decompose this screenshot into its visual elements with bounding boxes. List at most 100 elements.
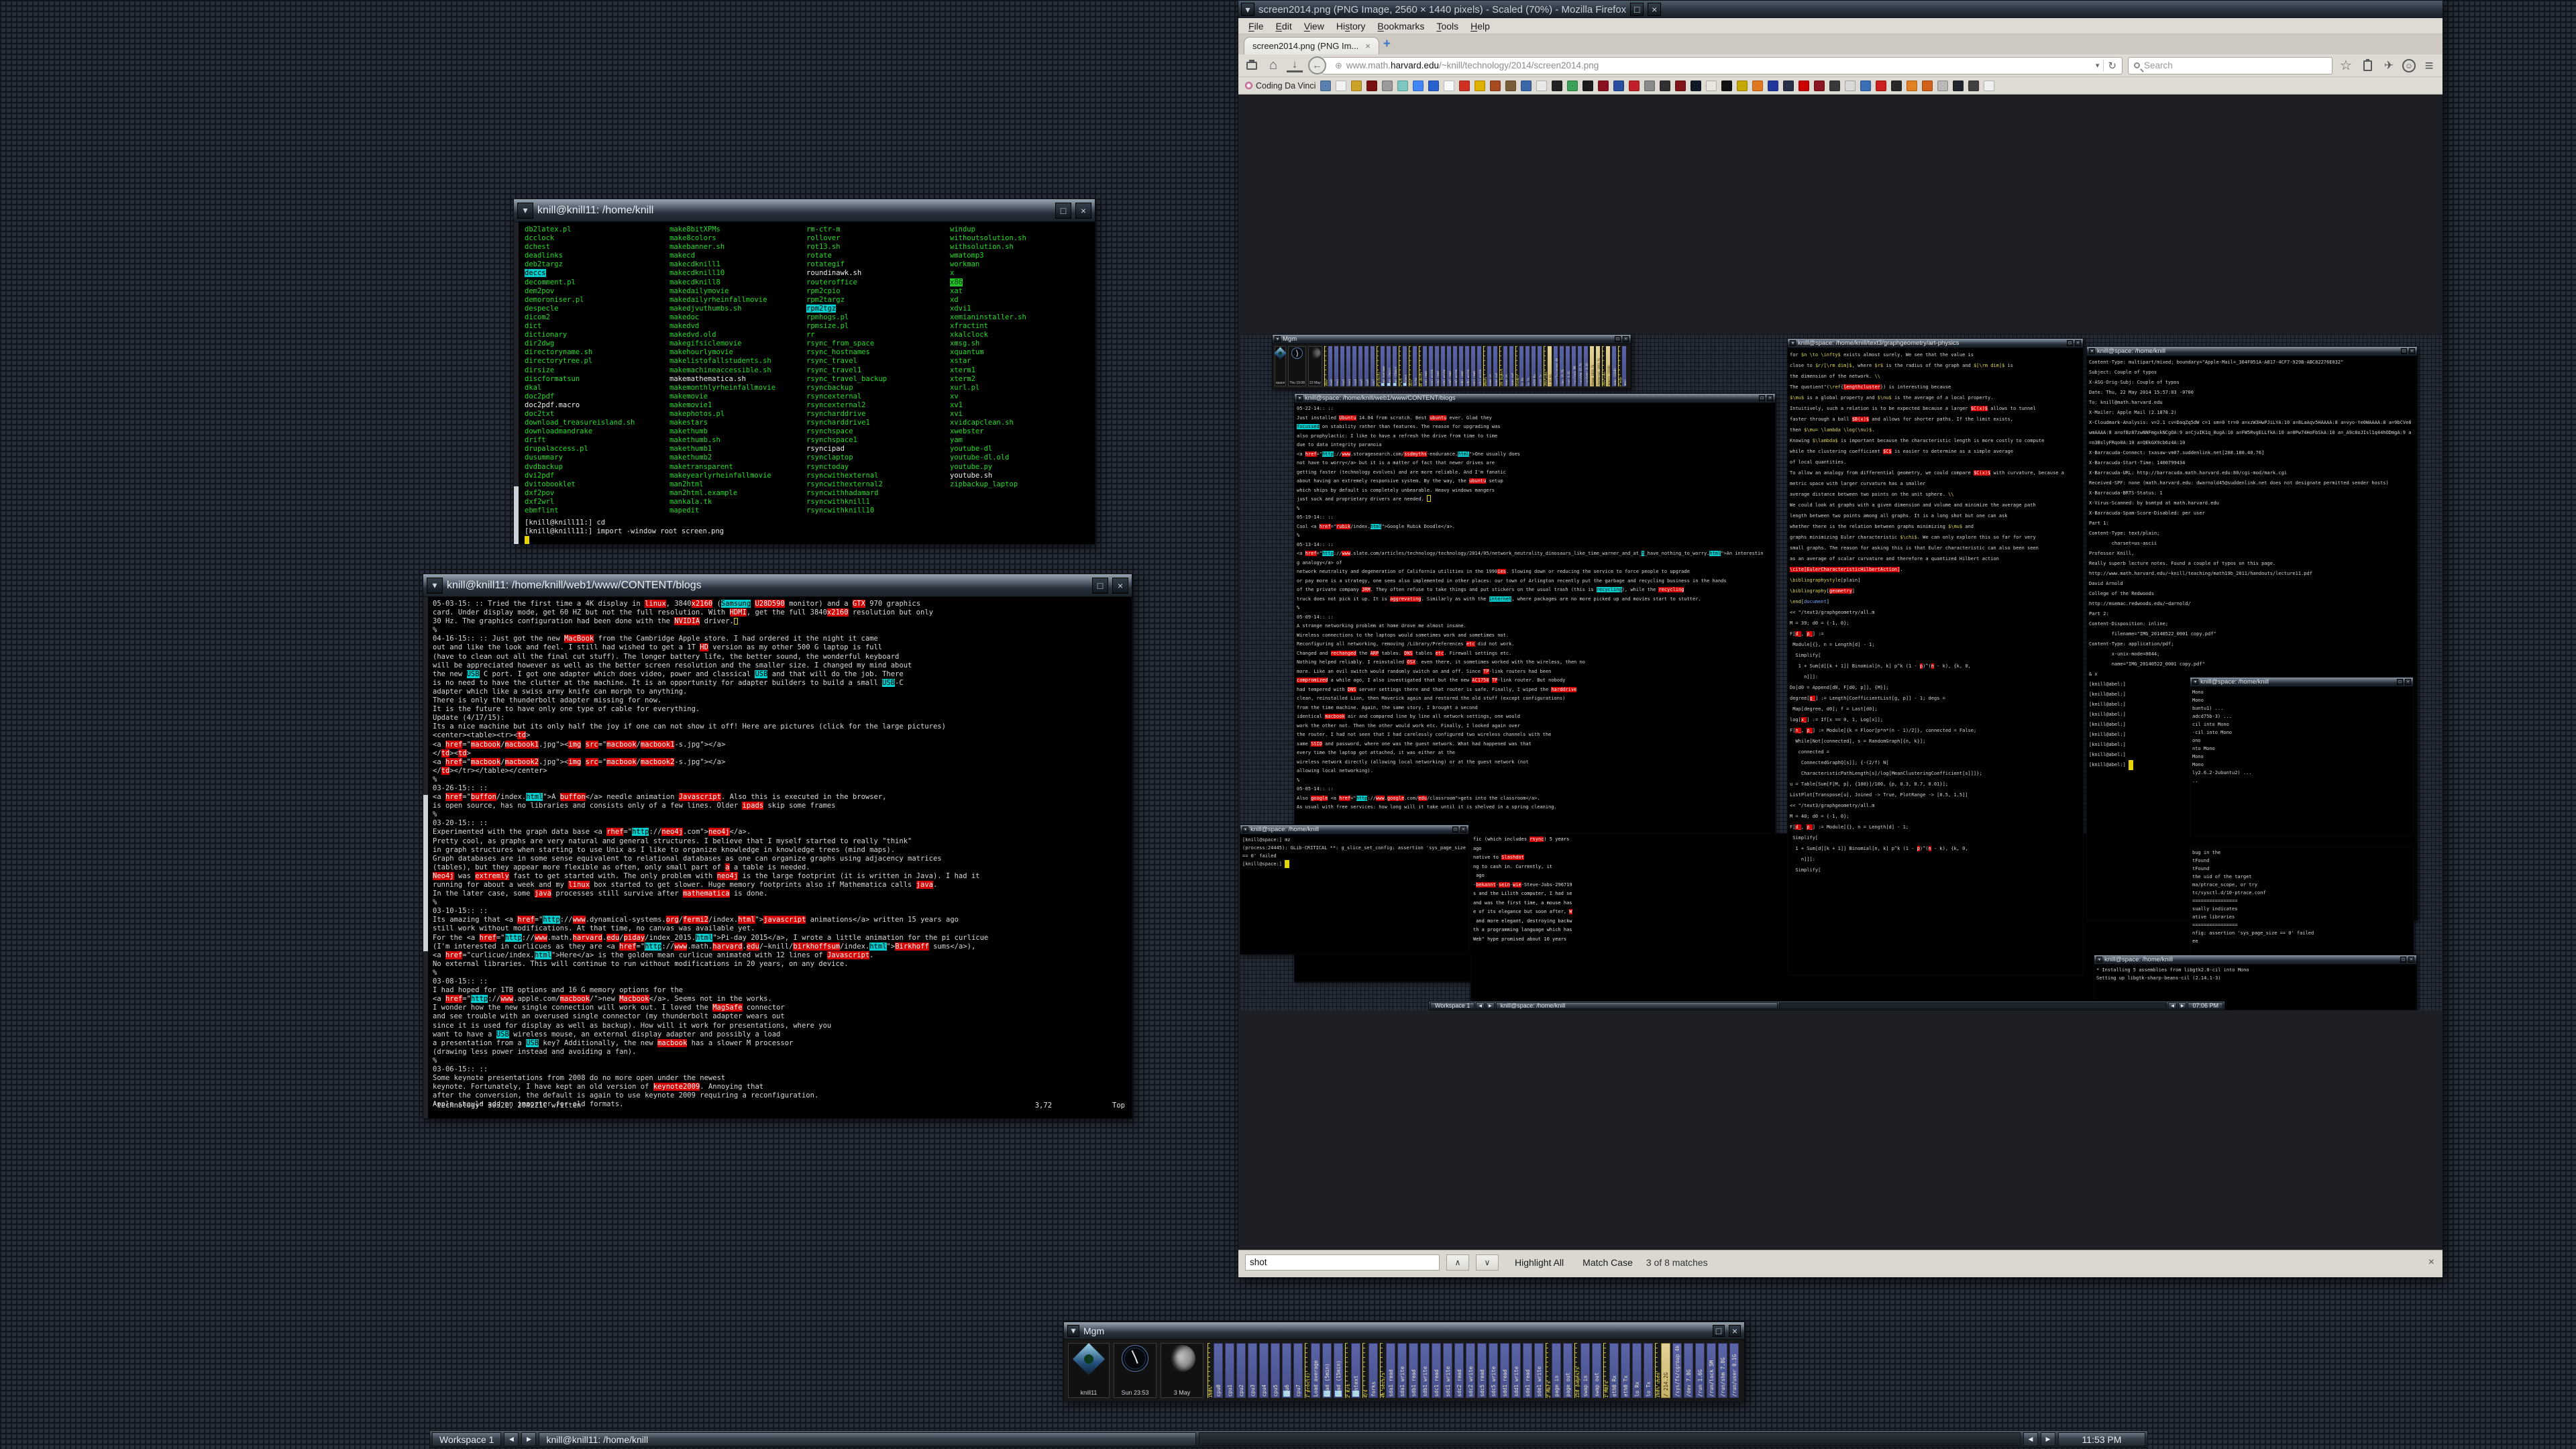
bookmark-favicon[interactable] [1845, 80, 1856, 91]
bookmark-favicon[interactable] [1336, 80, 1346, 91]
bookmark-favicon[interactable] [1552, 80, 1562, 91]
bookmark-favicon[interactable] [1490, 80, 1501, 91]
bookmark-favicon[interactable] [1860, 80, 1871, 91]
bookmark-favicon[interactable] [1752, 80, 1763, 91]
bookmark-favicon[interactable] [1536, 80, 1547, 91]
menu-help[interactable]: Help [1464, 19, 1496, 33]
firefox-window[interactable]: ▾ screen2014.png (PNG Image, 2560 × 1440… [1238, 0, 2443, 1278]
menu-tools[interactable]: Tools [1430, 19, 1464, 33]
workspace-prev-icon[interactable]: ◀ [504, 1432, 519, 1446]
iconify-icon[interactable]: ▾ [1067, 1325, 1079, 1337]
bookmark-favicon[interactable] [1598, 80, 1609, 91]
bookmark-favicon[interactable] [1397, 80, 1408, 91]
bookmark-favicon[interactable] [1428, 80, 1439, 91]
bookmark-favicon[interactable] [1675, 80, 1686, 91]
bookmark-favicon[interactable] [1737, 80, 1748, 91]
find-bar[interactable]: ∧ ∨ Highlight All Match Case 3 of 8 matc… [1238, 1250, 2443, 1274]
bookmark-favicon[interactable] [1613, 80, 1624, 91]
url-bar[interactable]: ⊕ www.math.harvard.edu/~knill/technology… [1322, 57, 2123, 74]
search-bar[interactable]: Search [2128, 57, 2332, 74]
terminal-window-blogs[interactable]: ▾ knill@knill11: /home/knill/web1/www/CO… [423, 574, 1132, 1119]
terminal1-content[interactable]: db2latex.pldcclockdchestdeadlinksdeb2tar… [514, 222, 1095, 544]
firefox-titlebar[interactable]: ▾ screen2014.png (PNG Image, 2560 × 1440… [1238, 1, 2443, 18]
menu-view[interactable]: View [1298, 19, 1330, 33]
task-next-icon[interactable]: ▶ [2041, 1432, 2055, 1446]
terminal2-titlebar[interactable]: ▾ knill@knill11: /home/knill/web1/www/CO… [423, 574, 1132, 597]
bookmark-favicon[interactable] [1351, 80, 1362, 91]
screen2014-image[interactable]: ▾Mgm□× space Thu 19:08 22 May 100%cpu0cp… [1240, 334, 2442, 1010]
back-button[interactable]: ← [1308, 56, 1326, 74]
bookmark-favicon[interactable] [1721, 80, 1732, 91]
maximize-icon[interactable]: □ [1055, 203, 1071, 219]
bookmark-favicon[interactable] [1907, 80, 1917, 91]
taskbar[interactable]: Workspace 1 ◀ ▶ knill@knill11: /home/kni… [429, 1430, 2148, 1448]
close-icon[interactable]: × [1075, 203, 1091, 219]
bookmark-favicon[interactable] [1783, 80, 1794, 91]
bookmark-favicon[interactable] [1690, 80, 1701, 91]
bookmark-favicon[interactable] [1922, 80, 1933, 91]
tab-close-icon[interactable]: × [1365, 41, 1371, 51]
bookmark-favicon[interactable] [1660, 80, 1670, 91]
share-icon[interactable]: ✈ [2381, 58, 2397, 74]
find-input[interactable] [1245, 1254, 1440, 1271]
highlight-all-button[interactable]: Highlight All [1515, 1257, 1564, 1268]
bookmark-favicon[interactable] [1505, 80, 1516, 91]
bookmark-favicon[interactable] [1768, 80, 1778, 91]
maximize-icon[interactable]: □ [1713, 1325, 1725, 1337]
iconify-icon[interactable]: ▾ [1241, 3, 1254, 16]
bookmark-favicon[interactable] [1984, 80, 1994, 91]
url-dropdown-icon[interactable]: ▾ [2096, 61, 2100, 70]
firefox-tabbar[interactable]: screen2014.png (PNG Im... × + [1238, 34, 2443, 54]
menu-history[interactable]: History [1330, 19, 1372, 33]
new-tab-button[interactable]: + [1383, 37, 1391, 52]
bookmark-favicon[interactable] [1953, 80, 1964, 91]
workspace-indicator[interactable]: Workspace 1 [432, 1432, 501, 1446]
find-previous-button[interactable]: ∧ [1446, 1254, 1469, 1271]
close-icon[interactable]: × [1112, 578, 1128, 594]
bookmark-favicon[interactable] [1366, 80, 1377, 91]
bookmark-favicon[interactable] [1444, 80, 1454, 91]
bookmark-favicon[interactable] [1829, 80, 1840, 91]
tab-screen2014[interactable]: screen2014.png (PNG Im... × [1244, 37, 1379, 54]
bookmark-favicon[interactable] [1474, 80, 1485, 91]
downloads-icon[interactable]: ↓ [1287, 59, 1303, 72]
firefox-menubar[interactable]: FileEditViewHistoryBookmarksToolsHelp [1238, 18, 2443, 34]
firefox-navbar[interactable]: ⌂ ↓ ← ⊕ www.math.harvard.edu/~knill/tech… [1238, 54, 2443, 77]
bookmark-favicon[interactable] [1521, 80, 1532, 91]
mgm-titlebar[interactable]: ▾ Mgm □ × [1064, 1322, 1744, 1340]
terminal-window-home[interactable]: ▾ knill@knill11: /home/knill □ × db2late… [513, 199, 1095, 545]
workspace-next-icon[interactable]: ▶ [521, 1432, 536, 1446]
bookmarks-toolbar[interactable]: Coding Da Vinci [1238, 77, 2443, 95]
bookmark-favicon[interactable] [1629, 80, 1640, 91]
iconify-icon[interactable]: ▾ [517, 203, 533, 219]
maximize-icon[interactable]: □ [1630, 3, 1644, 16]
reload-icon[interactable]: ↻ [2103, 60, 2116, 72]
bookmark-favicon[interactable] [1876, 80, 1886, 91]
close-icon[interactable]: × [1729, 1325, 1741, 1337]
bookmark-coding-da-vinci[interactable]: Coding Da Vinci [1245, 81, 1316, 91]
bookmark-favicon[interactable] [1937, 80, 1948, 91]
bookmarks-menu-icon[interactable] [2359, 58, 2375, 74]
print-icon[interactable] [1244, 58, 1260, 74]
iconify-icon[interactable]: ▾ [427, 578, 443, 594]
mgm-window[interactable]: ▾ Mgm □ × knill11 Sun 23:53 3 May 100%cp… [1063, 1322, 1745, 1402]
bookmark-favicon[interactable] [1567, 80, 1578, 91]
bookmark-favicon[interactable] [1644, 80, 1655, 91]
bookmark-favicon[interactable] [1582, 80, 1593, 91]
task-prev-icon[interactable]: ◀ [2023, 1432, 2038, 1446]
menu-file[interactable]: File [1242, 19, 1270, 33]
menu-edit[interactable]: Edit [1270, 19, 1298, 33]
terminal2-scrollbar[interactable] [423, 597, 428, 1118]
taskbar-task-button[interactable]: knill@knill11: /home/knill [539, 1432, 1196, 1446]
bookmark-favicon[interactable] [1320, 80, 1331, 91]
hello-icon[interactable]: ☺ [2402, 59, 2416, 72]
bookmark-favicon[interactable] [1814, 80, 1825, 91]
find-next-button[interactable]: ∨ [1476, 1254, 1499, 1271]
home-icon[interactable]: ⌂ [1265, 58, 1281, 74]
close-icon[interactable]: × [1648, 3, 1661, 16]
bookmark-favicon[interactable] [1891, 80, 1902, 91]
browser-viewport[interactable]: ▾Mgm□× space Thu 19:08 22 May 100%cpu0cp… [1238, 95, 2443, 1250]
bookmark-favicon[interactable] [1968, 80, 1979, 91]
find-close-icon[interactable]: × [2428, 1256, 2434, 1269]
menu-hamburger-icon[interactable]: ≡ [2421, 58, 2437, 74]
